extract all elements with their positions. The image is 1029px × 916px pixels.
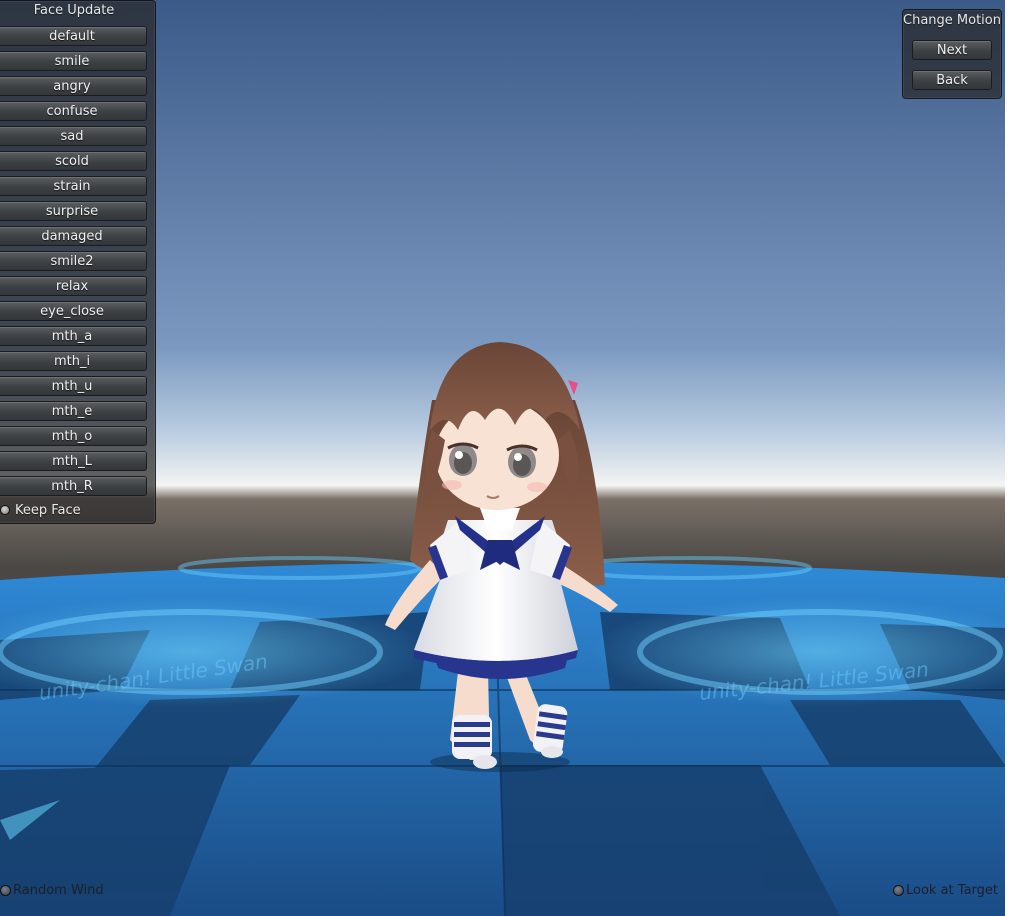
face-button-scold[interactable]: scold	[0, 151, 147, 171]
face-button-smile[interactable]: smile	[0, 51, 147, 71]
face-button-mth-e[interactable]: mth_e	[0, 401, 147, 421]
next-motion-button[interactable]: Next	[912, 40, 992, 60]
face-button-list: default smile angry confuse sad scold strain su…	[0, 26, 147, 501]
random-wind-radio-icon[interactable]	[0, 884, 11, 896]
random-wind-label: Random Wind	[13, 882, 104, 898]
change-motion-title: Change Motion	[903, 13, 1001, 28]
keep-face-toggle[interactable]: Keep Face	[0, 502, 81, 518]
face-button-damaged[interactable]: damaged	[0, 226, 147, 246]
keep-face-radio-icon[interactable]	[0, 505, 10, 515]
face-update-title: Face Update	[33, 3, 115, 18]
face-button-mth-u[interactable]: mth_u	[0, 376, 147, 396]
face-update-panel: Face Update default smile angry confuse sad s…	[0, 0, 156, 524]
face-button-confuse[interactable]: confuse	[0, 101, 147, 121]
change-motion-panel: Change Motion Next Back	[902, 9, 1002, 99]
face-button-eye-close[interactable]: eye_close	[0, 301, 147, 321]
face-button-relax[interactable]: relax	[0, 276, 147, 296]
random-wind-toggle[interactable]: Random Wind	[0, 882, 104, 898]
face-button-surprise[interactable]: surprise	[0, 201, 147, 221]
face-button-sad[interactable]: sad	[0, 126, 147, 146]
face-button-mth-l[interactable]: mth_L	[0, 451, 147, 471]
look-at-target-label: Look at Target	[906, 882, 998, 898]
face-button-mth-r[interactable]: mth_R	[0, 476, 147, 496]
face-button-smile2[interactable]: smile2	[0, 251, 147, 271]
face-button-angry[interactable]: angry	[0, 76, 147, 96]
back-motion-button[interactable]: Back	[912, 70, 992, 90]
keep-face-label: Keep Face	[15, 502, 81, 518]
face-button-default[interactable]: default	[0, 26, 147, 46]
face-button-mth-a[interactable]: mth_a	[0, 326, 147, 346]
look-at-target-toggle[interactable]: Look at Target	[893, 882, 998, 898]
face-button-strain[interactable]: strain	[0, 176, 147, 196]
face-button-mth-o[interactable]: mth_o	[0, 426, 147, 446]
face-button-mth-i[interactable]: mth_i	[0, 351, 147, 371]
look-at-target-radio-icon[interactable]	[893, 884, 904, 896]
